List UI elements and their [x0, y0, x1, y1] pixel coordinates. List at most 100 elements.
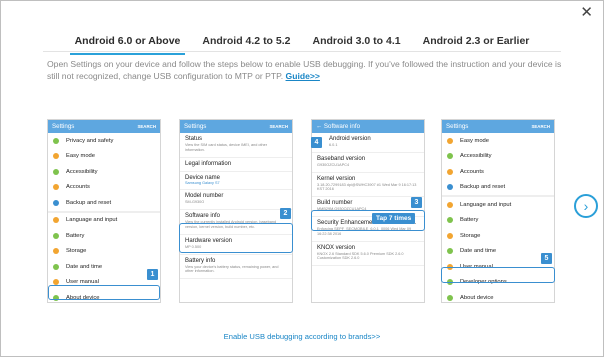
next-arrow-icon[interactable]: › [574, 194, 598, 218]
header-title-text: Software info [323, 123, 361, 130]
setting-icon [447, 168, 453, 175]
status-item: Status View the SIM card status, device I… [180, 133, 292, 158]
about-device-highlight [48, 285, 160, 300]
item-desc: G930OZCU1APC4 [317, 162, 350, 167]
settings-row-label: Backup and reset [66, 199, 112, 206]
settings-row-label: Date and time [460, 248, 497, 255]
software-info-highlight [179, 223, 293, 253]
developer-options-highlight [441, 267, 555, 283]
step-badge-4: 4 [311, 137, 322, 148]
kernel-version-item: Kernel version 3.18.20-7299183 dpi@SWHC39… [312, 173, 424, 198]
software-info-header: ← Software info [312, 120, 424, 133]
setting-icon [447, 294, 453, 301]
battery-info-item: Battery info View your device's battery s… [180, 255, 292, 280]
settings-row: Accessibility [48, 164, 160, 180]
setting-icon [53, 263, 59, 270]
item-title: Status [185, 136, 203, 142]
close-icon[interactable]: ✕ [580, 5, 593, 20]
step-badge-2: 2 [280, 208, 291, 219]
settings-row: Accessibility [442, 149, 554, 165]
settings-list: Privacy and safety Easy mode Accessibility… [48, 133, 160, 302]
tap-7-times-label: Tap 7 times [372, 213, 416, 224]
step-1-screenshot: Settings SEARCH Privacy and safety Easy m… [47, 119, 161, 303]
settings-header: Settings SEARCH [442, 120, 554, 133]
settings-row: Language and input [48, 213, 160, 229]
settings-row: Easy mode [48, 149, 160, 165]
settings-row: Storage [442, 228, 554, 244]
settings-row: Date and time [48, 259, 160, 275]
setting-icon [447, 153, 453, 160]
step-badge-1: 1 [147, 269, 158, 280]
settings-row: Accounts [48, 180, 160, 196]
setting-icon [53, 168, 59, 175]
settings-row-label: Storage [460, 232, 481, 239]
item-title: Model number [185, 193, 224, 200]
header-title: Settings [52, 123, 75, 130]
settings-row: Battery [442, 213, 554, 229]
item-title: Baseband version [317, 155, 366, 162]
guide-link[interactable]: Guide>> [286, 71, 320, 81]
search-label: SEARCH [137, 124, 156, 129]
setting-icon [447, 137, 453, 144]
item-value: Samsung Galaxy S7 [185, 180, 220, 185]
settings-row-label: Accessibility [460, 153, 492, 160]
step-badge-5: 5 [541, 253, 552, 264]
settings-header: Settings SEARCH [48, 120, 160, 133]
settings-row: Battery [48, 228, 160, 244]
device-name-item: Device name Samsung Galaxy S7 [180, 172, 292, 191]
settings-row-label: About device [460, 294, 494, 301]
settings-row: Accounts [442, 164, 554, 180]
settings-header: Settings SEARCH [180, 120, 292, 133]
header-title: ← Software info [316, 123, 361, 130]
item-title: Legal information [185, 160, 232, 167]
setting-icon [53, 199, 59, 206]
item-desc: 6.0.1 [329, 143, 338, 147]
brand-link[interactable]: Enable USB debugging according to brands… [1, 332, 603, 341]
settings-row: Easy mode [442, 133, 554, 149]
settings-row-label: Accounts [66, 184, 90, 191]
setting-icon [53, 217, 59, 224]
settings-row-label: Battery [460, 217, 479, 224]
setting-icon [447, 184, 453, 191]
baseband-version-item: Baseband version G930OZCU1APC4 [312, 153, 424, 173]
knox-version-item: KNOX version KNOX 2.6 Standard SDK 5.6.0 … [312, 242, 424, 267]
setting-icon [447, 217, 453, 224]
setting-icon [53, 248, 59, 255]
settings-row-label: Date and time [66, 263, 103, 270]
item-title: KNOX version [317, 244, 356, 251]
setting-icon [53, 184, 59, 191]
legal-item: Legal information [180, 158, 292, 172]
usb-debugging-dialog: ✕ Android 6.0 or Above Android 4.2 to 5.… [0, 0, 604, 357]
setting-icon [447, 248, 453, 255]
item-title: Software info [185, 213, 221, 220]
settings-row: Backup and reset [442, 180, 554, 196]
setting-icon [53, 232, 59, 239]
settings-row: Date and time [442, 244, 554, 260]
search-label: SEARCH [269, 124, 288, 129]
header-title: Settings [446, 123, 469, 130]
search-label: SEARCH [531, 124, 550, 129]
header-title: Settings [184, 123, 207, 130]
model-number-item: Model number SM-G930O [180, 190, 292, 211]
settings-row-label: Accessibility [66, 168, 98, 175]
item-desc: View your device's battery status, remai… [185, 264, 279, 274]
step-badge-3: 3 [411, 197, 422, 208]
settings-row-label: Easy mode [460, 137, 489, 144]
intro-text: Open Settings on your device and follow … [47, 58, 567, 82]
item-desc: SM-G930O [185, 200, 205, 205]
setting-icon [53, 137, 59, 144]
settings-row-label: Storage [66, 248, 87, 255]
settings-row-label: Privacy and safety [66, 137, 114, 144]
setting-icon [447, 201, 453, 208]
item-desc: KNOX 2.6 Standard SDK 5.6.0 Premium SDK … [317, 251, 404, 261]
item-desc: View the SIM card status, device IMEI, a… [185, 143, 268, 152]
settings-row-label: Language and input [66, 217, 118, 224]
settings-row: Backup and reset [48, 195, 160, 211]
settings-row-label: Easy mode [66, 153, 95, 160]
tab-divider [43, 51, 561, 52]
settings-row-label: Battery [66, 232, 85, 239]
setting-icon [447, 232, 453, 239]
item-title: Build number [317, 200, 353, 207]
setting-icon [53, 153, 59, 160]
android-version-item: Android version 6.0.1 [312, 133, 424, 153]
